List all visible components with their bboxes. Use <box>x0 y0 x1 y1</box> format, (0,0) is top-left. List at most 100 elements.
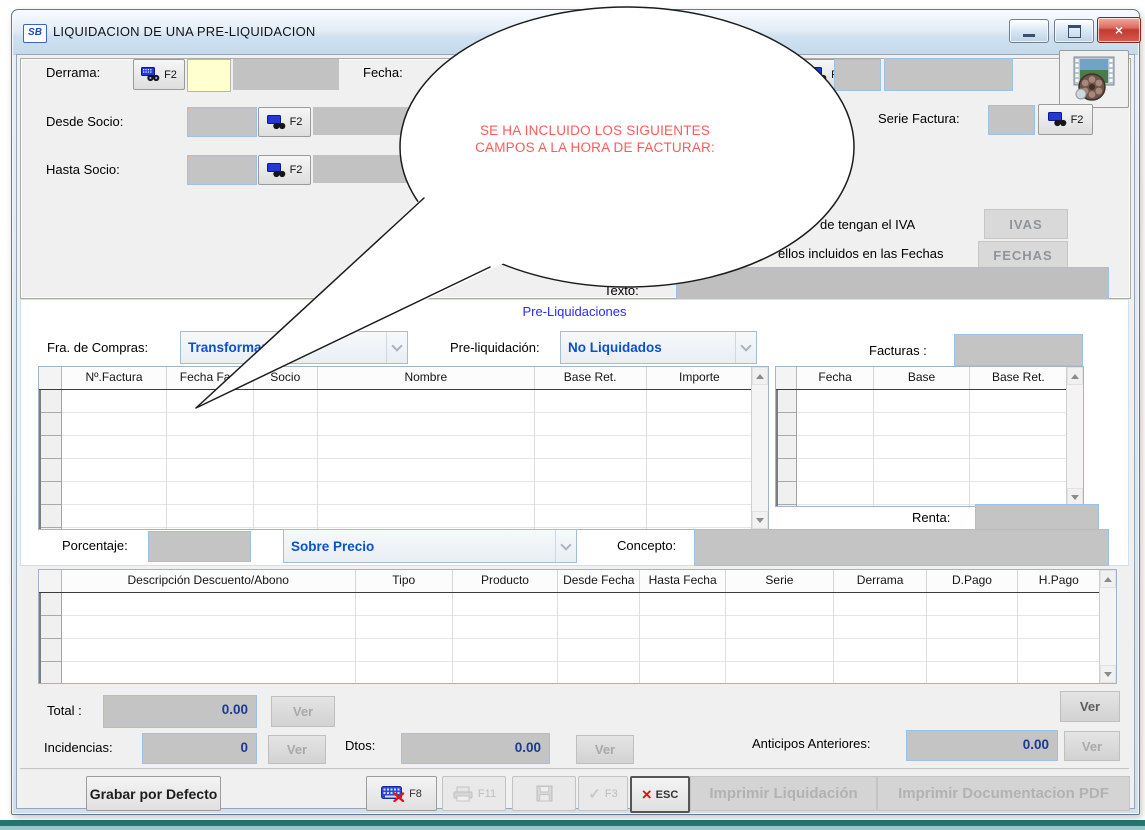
video-help-button[interactable] <box>1059 50 1129 108</box>
table-body[interactable] <box>39 593 1100 683</box>
chevron-down-icon <box>560 539 571 550</box>
maximize-button[interactable] <box>1054 19 1094 43</box>
column-header[interactable]: Tipo <box>356 570 453 592</box>
derrama-f2-button[interactable]: F2 <box>133 59 185 90</box>
ver-total-button[interactable]: Ver <box>271 696 335 727</box>
section-title: Pre-Liquidaciones <box>20 304 1129 319</box>
dtos-label: Dtos: <box>345 738 375 753</box>
column-header[interactable]: Importe <box>647 367 752 389</box>
print-f11-button[interactable]: F11 <box>442 776 506 811</box>
row-selector-header <box>39 367 62 389</box>
minimize-icon <box>1023 34 1035 37</box>
combo-dropdown-button[interactable] <box>386 332 407 363</box>
minimize-button[interactable] <box>1009 19 1049 43</box>
confirm-f3-button[interactable]: ✓ F3 <box>578 776 628 811</box>
dtos-value: 0.00 <box>402 734 549 755</box>
column-header[interactable]: Fecha Fac. <box>167 367 253 389</box>
column-header[interactable]: H.Pago <box>1018 570 1100 592</box>
imprimir-liquidacion-button[interactable]: Imprimir Liquidación <box>690 776 877 811</box>
hasta-socio-name-field <box>313 155 456 183</box>
scroll-down-icon <box>1071 495 1079 500</box>
hasta-socio-label: Hasta Socio: <box>46 162 120 177</box>
ver-anticipos-button[interactable]: Ver <box>1064 731 1120 761</box>
table-column <box>640 593 725 683</box>
porcentaje-field <box>148 531 251 562</box>
vertical-scrollbar[interactable] <box>1099 570 1116 683</box>
binoculars-icon <box>1048 112 1068 127</box>
vertical-scrollbar[interactable] <box>1066 367 1083 506</box>
facturas-field <box>954 334 1083 366</box>
ver-button-label: Ver <box>1080 699 1100 714</box>
save-button[interactable] <box>512 776 576 811</box>
descuentos-table: Descripción Descuento/Abono Tipo Product… <box>38 569 1117 684</box>
table-body[interactable] <box>39 390 752 529</box>
esc-key-label: ESC <box>656 789 679 801</box>
table-column <box>535 390 647 529</box>
table-header-row: Nº.Factura Fecha Fac. Socio Nombre Base … <box>39 367 752 390</box>
check-icon: ✓ <box>588 785 601 803</box>
ivas-button[interactable]: IVAS <box>984 209 1068 239</box>
title-bar[interactable]: SB LIQUIDACION DE UNA PRE-LIQUIDACION × <box>13 11 1138 55</box>
scroll-down-button[interactable] <box>1100 665 1116 683</box>
close-button[interactable]: × <box>1097 17 1141 43</box>
vertical-scrollbar[interactable] <box>751 367 768 529</box>
facturar-f8-button[interactable]: F8 <box>366 776 437 811</box>
column-header[interactable]: D.Pago <box>927 570 1017 592</box>
column-header[interactable]: Nº.Factura <box>62 367 167 389</box>
column-header[interactable]: Base Ret. <box>535 367 647 389</box>
ver-incidencias-button[interactable]: Ver <box>268 735 326 764</box>
pre-liquidacion-combo[interactable]: No Liquidados <box>560 331 757 364</box>
column-header[interactable]: Producto <box>453 570 558 592</box>
column-header[interactable]: Descripción Descuento/Abono <box>62 570 356 592</box>
fechas-button[interactable]: FECHAS <box>978 241 1068 269</box>
sobre-precio-combo[interactable]: Sobre Precio <box>283 529 577 563</box>
ver-right-button[interactable]: Ver <box>1060 691 1120 722</box>
f2-key-label: F2 <box>290 116 303 128</box>
scroll-up-icon <box>756 374 764 379</box>
combo-dropdown-button[interactable] <box>555 530 576 562</box>
grabar-por-defecto-button[interactable]: Grabar por Defecto <box>86 776 221 811</box>
incidencias-label: Incidencias: <box>44 740 113 755</box>
column-header[interactable]: Derrama <box>834 570 927 592</box>
fra-compras-value: Transformar a Kilos <box>181 340 386 355</box>
hasta-socio-f2-button[interactable]: F2 <box>258 155 311 185</box>
sobre-precio-value: Sobre Precio <box>284 539 555 554</box>
escape-button[interactable]: × ESC <box>630 776 690 813</box>
column-header[interactable]: Base Ret. <box>970 367 1067 389</box>
table-column <box>970 390 1067 506</box>
fra-compras-combo[interactable]: Transformar a Kilos <box>180 331 408 364</box>
chevron-down-icon <box>740 340 751 351</box>
red-x-icon: × <box>642 788 652 802</box>
column-header[interactable]: Base <box>874 367 969 389</box>
ver-dtos-button[interactable]: Ver <box>576 735 634 764</box>
combo-dropdown-button[interactable] <box>735 332 756 363</box>
desde-socio-f2-button[interactable]: F2 <box>258 107 311 137</box>
column-header[interactable]: Nombre <box>318 367 534 389</box>
column-header[interactable]: Fecha <box>797 367 874 389</box>
ver-button-label: Ver <box>293 704 313 719</box>
table-header-row: Fecha Base Base Ret. <box>776 367 1067 390</box>
desde-socio-name-field <box>313 107 456 135</box>
derrama-code-input[interactable] <box>187 59 231 92</box>
column-header[interactable]: Desde Fecha <box>558 570 640 592</box>
table-body[interactable] <box>776 390 1067 506</box>
anticipos-label: Anticipos Anteriores: <box>752 736 871 751</box>
anticipos-value: 0.00 <box>907 731 1057 752</box>
texto-label: Texto: <box>604 283 639 298</box>
imprimir-documentacion-pdf-button[interactable]: Imprimir Documentacion PDF <box>877 776 1130 811</box>
table-column <box>453 593 558 683</box>
column-header[interactable]: Socio <box>254 367 319 389</box>
scroll-up-button[interactable] <box>1100 570 1116 588</box>
serie-factura-f2-button[interactable]: F2 <box>1038 104 1093 135</box>
floppy-disk-icon <box>536 785 553 802</box>
column-header[interactable]: Hasta Fecha <box>640 570 725 592</box>
scroll-up-button[interactable] <box>1067 367 1083 385</box>
grabar-button-label: Grabar por Defecto <box>90 786 218 802</box>
renta-label: Renta: <box>912 510 950 525</box>
texto-field <box>676 267 1109 301</box>
row-selector-header <box>776 367 797 389</box>
column-header[interactable]: Serie <box>726 570 834 592</box>
binoculars-icon <box>267 163 287 178</box>
scroll-up-button[interactable] <box>752 367 768 385</box>
scroll-down-button[interactable] <box>752 511 768 529</box>
